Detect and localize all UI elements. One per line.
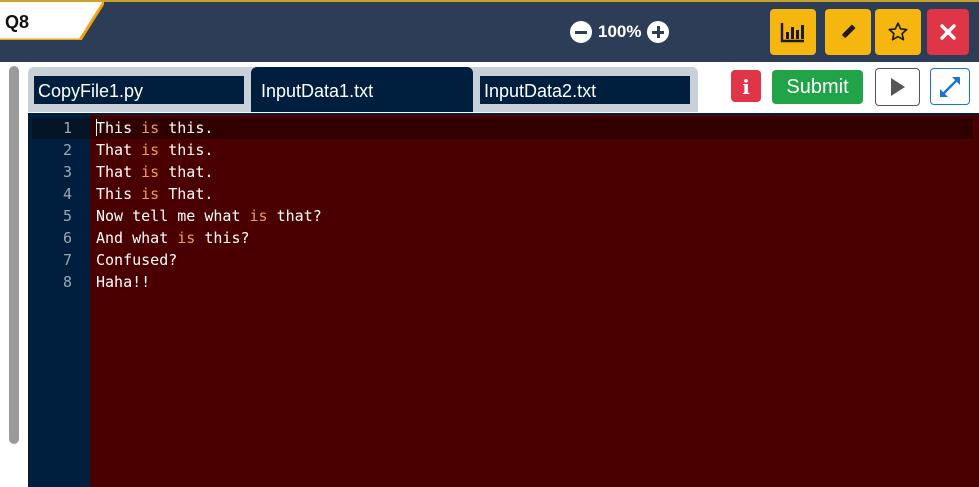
line-number: 3 — [62, 163, 72, 181]
tab-inputdata2[interactable]: InputData2.txt — [474, 67, 696, 112]
zoom-control: 100% — [570, 20, 670, 44]
code-line[interactable]: Confused? — [96, 249, 177, 271]
text-token: Now tell me what — [96, 207, 250, 225]
line-number: 5 — [62, 207, 72, 225]
info-button[interactable]: i — [731, 70, 761, 102]
keyword-token: is — [141, 185, 160, 203]
zoom-out-button[interactable] — [570, 21, 592, 43]
code-line[interactable]: And what is this? — [96, 227, 250, 249]
page-scrollbar-thumb[interactable] — [9, 66, 19, 444]
tab-inputdata1[interactable]: InputData1.txt — [251, 67, 473, 112]
run-button[interactable] — [875, 68, 920, 106]
favorite-button[interactable] — [875, 9, 921, 55]
expand-icon — [940, 77, 960, 97]
line-number: 2 — [62, 141, 72, 159]
info-icon: i — [742, 75, 750, 99]
close-button[interactable] — [927, 9, 969, 55]
text-token: this. — [159, 141, 214, 159]
text-token: this. — [159, 119, 214, 137]
code-line[interactable]: Haha!! — [96, 271, 150, 293]
text-token: that. — [159, 163, 214, 181]
stats-button[interactable] — [770, 9, 816, 55]
text-token: This — [96, 185, 142, 203]
bar-chart-icon — [780, 23, 804, 43]
tab-label: CopyFile1.py — [38, 81, 144, 101]
code-editor[interactable]: 1 This is this. 2 That is this. 3 That is tha… — [28, 113, 979, 487]
code-line[interactable]: This is this. — [96, 117, 213, 139]
code-line[interactable]: That is that. — [96, 161, 213, 183]
text-token: That — [96, 141, 142, 159]
keyword-token: is — [141, 119, 160, 137]
tab-copyfile1[interactable]: CopyFile1.py — [28, 67, 250, 112]
text-token: And what — [96, 229, 178, 247]
line-number: 6 — [62, 229, 72, 247]
text-token: That — [96, 163, 142, 181]
code-line[interactable]: This is That. — [96, 183, 213, 205]
expand-button[interactable] — [930, 68, 970, 105]
edit-button[interactable] — [825, 9, 871, 55]
tab-label: InputData2.txt — [484, 81, 597, 101]
active-line-highlight — [90, 118, 973, 139]
code-line[interactable]: That is this. — [96, 139, 213, 161]
close-icon — [940, 24, 956, 40]
keyword-token: is — [141, 163, 160, 181]
pencil-icon — [841, 24, 856, 39]
text-token: That. — [159, 185, 214, 203]
text-token: this? — [195, 229, 250, 247]
line-number: 1 — [62, 119, 72, 137]
star-icon — [888, 22, 908, 41]
keyword-token: is — [177, 229, 196, 247]
zoom-level: 100% — [598, 22, 642, 41]
line-number: 7 — [62, 251, 72, 269]
code-line[interactable]: Now tell me what is that? — [96, 205, 322, 227]
submit-button[interactable]: Submit — [772, 70, 863, 104]
line-number: 8 — [62, 273, 72, 291]
minus-icon — [575, 30, 587, 34]
text-token: Confused? — [96, 251, 178, 269]
question-badge: Q8 — [0, 2, 104, 40]
text-token: Haha!! — [96, 273, 151, 291]
tab-label: InputData1.txt — [261, 81, 374, 101]
zoom-in-button[interactable] — [647, 21, 670, 43]
text-token: that? — [267, 207, 322, 225]
play-icon — [891, 78, 905, 96]
keyword-token: is — [249, 207, 268, 225]
top-bar-accent-line — [0, 0, 979, 2]
question-label: Q8 — [5, 12, 30, 32]
text-token: This — [96, 119, 142, 137]
line-number: 4 — [62, 185, 72, 203]
keyword-token: is — [141, 141, 160, 159]
